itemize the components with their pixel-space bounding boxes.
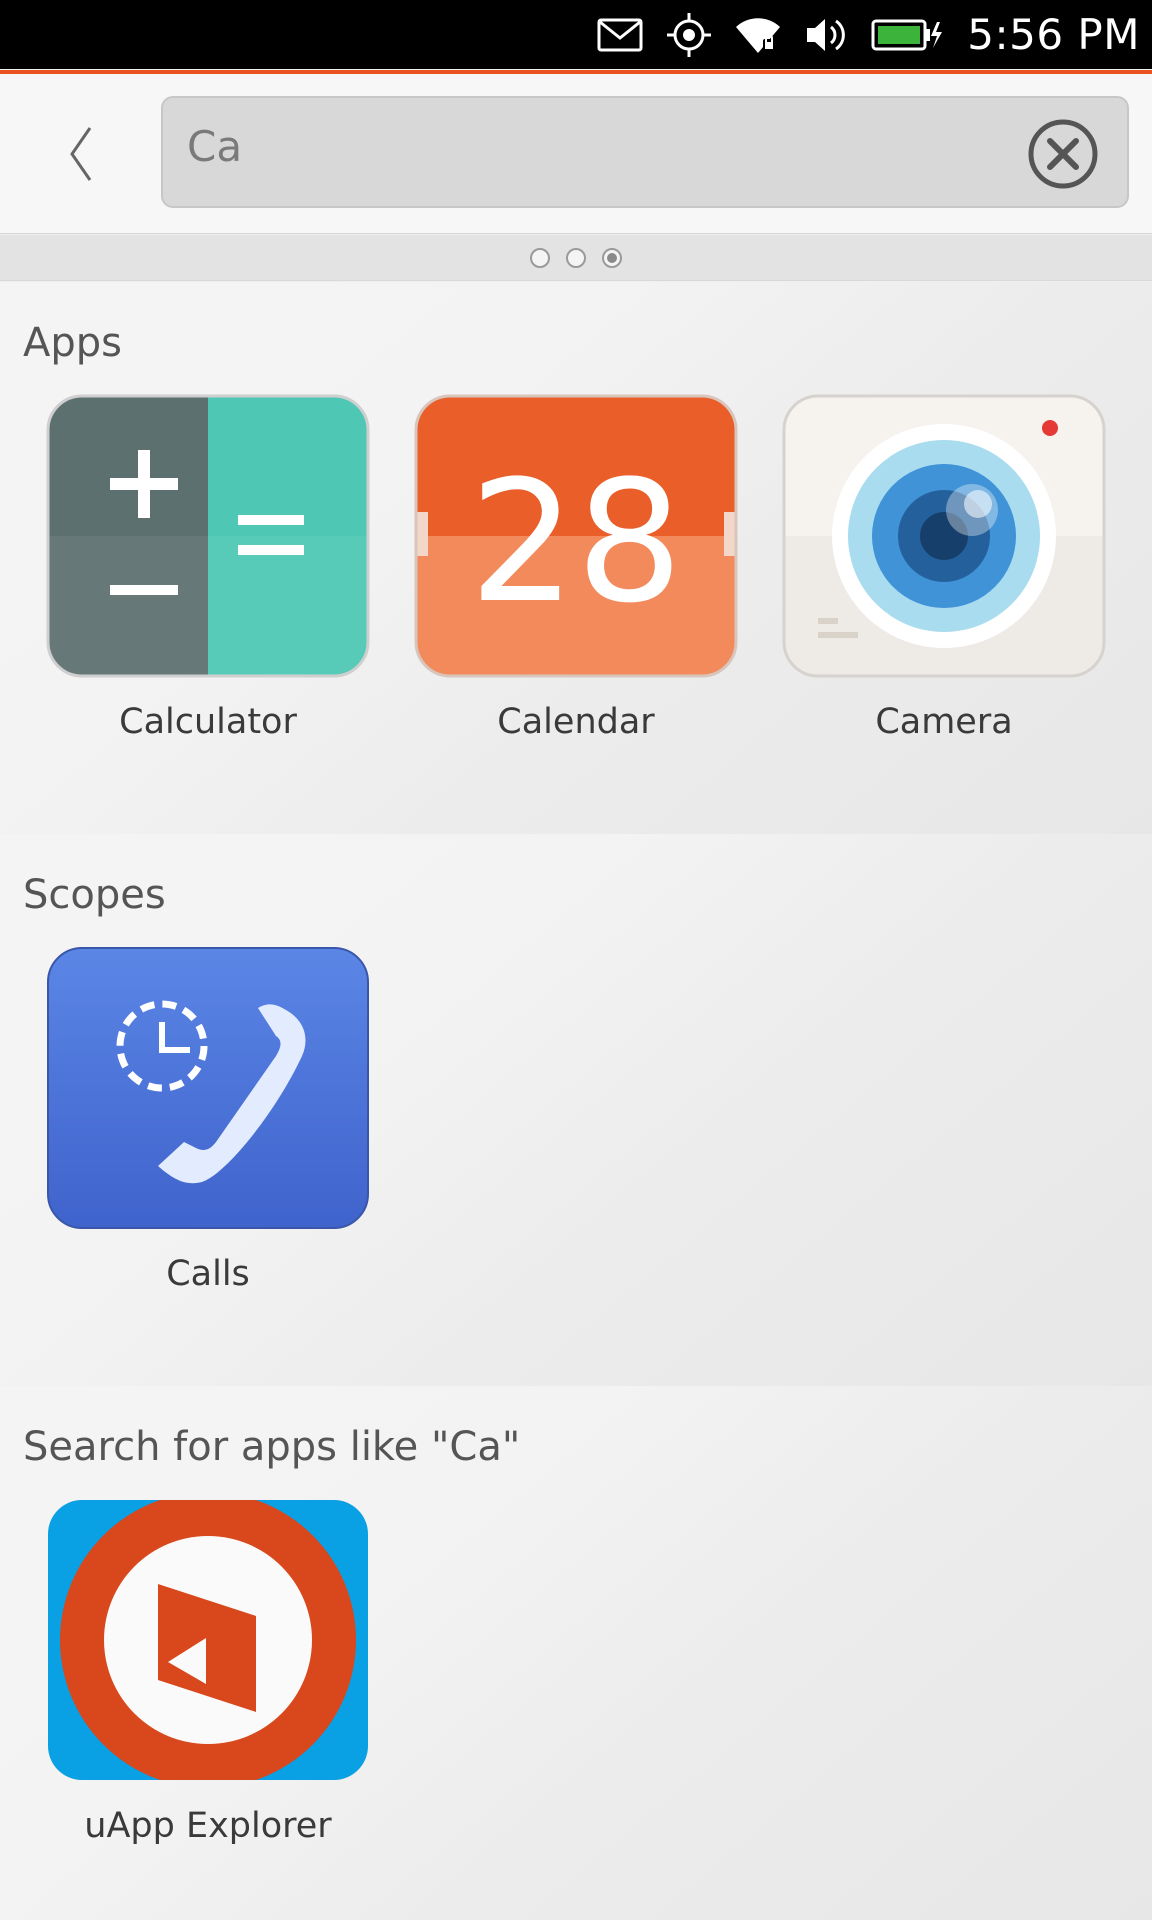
section-title-scopes: Scopes <box>23 872 166 918</box>
scope-tile-calls[interactable]: Calls <box>45 946 371 1306</box>
section-title-apps: Apps <box>23 320 122 366</box>
wifi-icon[interactable] <box>735 15 781 55</box>
status-bar: 5:56 PM <box>0 0 1152 74</box>
search-input[interactable]: Ca <box>161 96 1129 208</box>
app-label-uapp-explorer: uApp Explorer <box>84 1806 332 1846</box>
app-tile-uapp-explorer[interactable]: uApp Explorer <box>45 1498 371 1858</box>
section-title-search-apps: Search for apps like "Ca" <box>23 1424 521 1470</box>
app-label-calendar: Calendar <box>497 702 655 742</box>
calculator-app-icon <box>46 394 370 678</box>
location-icon[interactable] <box>667 12 712 57</box>
app-tile-calculator[interactable]: Calculator <box>45 394 371 754</box>
calendar-app-icon: 28 <box>414 394 738 678</box>
uapp-explorer-icon <box>46 1498 370 1782</box>
app-tile-camera[interactable]: Camera <box>781 394 1107 754</box>
page-dot-1[interactable] <box>530 247 550 268</box>
scopes-section: Scopes Calls <box>0 834 1152 1386</box>
search-apps-section: Search for apps like "Ca" uApp Explorer <box>0 1386 1152 1920</box>
scope-label-calls: Calls <box>166 1254 250 1294</box>
clear-circle-icon <box>1028 119 1098 189</box>
page-dot-2[interactable] <box>566 247 586 268</box>
camera-app-icon <box>782 394 1106 678</box>
clock[interactable]: 5:56 PM <box>967 10 1140 59</box>
clear-search-button[interactable] <box>1027 118 1099 190</box>
app-tile-calendar[interactable]: 28 Calendar <box>413 394 739 754</box>
battery-charging-icon[interactable] <box>871 18 943 52</box>
svg-text:28: 28 <box>469 444 683 640</box>
search-input-value[interactable]: Ca <box>187 122 242 171</box>
back-button[interactable] <box>56 114 106 194</box>
calls-scope-icon <box>46 946 370 1230</box>
app-label-camera: Camera <box>875 702 1013 742</box>
search-header: Ca <box>0 74 1152 234</box>
volume-icon[interactable] <box>805 15 847 55</box>
chevron-left-icon <box>70 127 92 181</box>
apps-section: Apps Calculator 28 Calendar Camera <box>0 282 1152 834</box>
page-dot-3[interactable] <box>602 247 622 268</box>
mail-icon[interactable] <box>597 18 643 52</box>
app-label-calculator: Calculator <box>119 702 297 742</box>
page-indicator <box>0 235 1152 281</box>
